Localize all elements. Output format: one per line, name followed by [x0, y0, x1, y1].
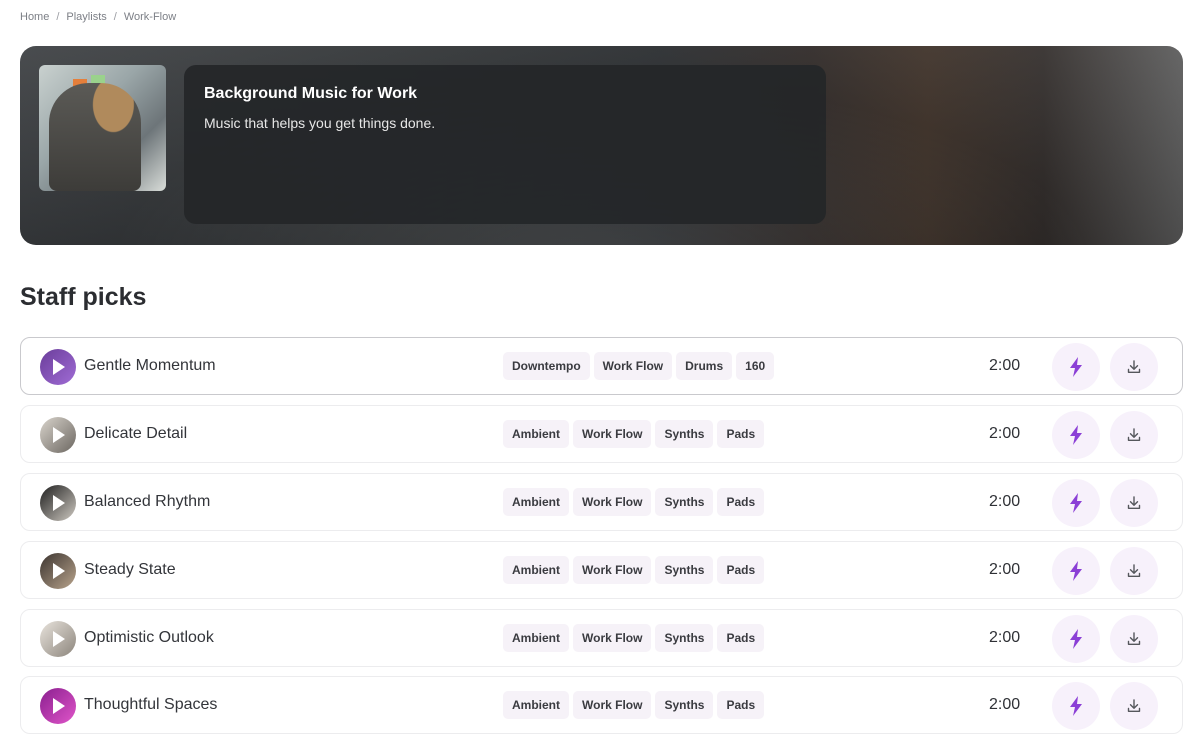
track-title[interactable]: Steady State [84, 561, 176, 579]
boost-button[interactable] [1052, 479, 1100, 527]
download-button[interactable] [1110, 682, 1158, 730]
download-icon [1127, 428, 1141, 441]
track-duration: 2:00 [989, 629, 1021, 646]
tag-chip[interactable]: Work Flow [573, 488, 652, 516]
tag-chip[interactable]: Pads [717, 488, 765, 516]
track-tags: Downtempo Work Flow Drums 160 [503, 352, 775, 380]
tag-chip[interactable]: Synths [655, 488, 714, 516]
download-icon [1127, 632, 1141, 645]
lightning-icon [1070, 425, 1082, 445]
playlist-description: Music that helps you get things done. [204, 115, 436, 131]
play-icon [53, 359, 65, 375]
boost-button[interactable] [1052, 615, 1100, 663]
track-row[interactable]: Thoughtful Spaces Ambient Work Flow Synths P… [20, 676, 1183, 734]
tag-chip[interactable]: Work Flow [573, 624, 652, 652]
lightning-icon [1070, 696, 1082, 716]
track-row[interactable]: Optimistic Outlook Ambient Work Flow Synths… [20, 609, 1183, 667]
track-title[interactable]: Optimistic Outlook [84, 629, 214, 647]
person-illustration [49, 83, 141, 191]
tag-chip[interactable]: Ambient [503, 420, 569, 448]
download-icon [1127, 699, 1141, 712]
track-play-button[interactable] [40, 417, 76, 453]
track-tags: Ambient Work Flow Synths Pads [503, 420, 765, 448]
tag-chip[interactable]: Pads [717, 556, 765, 584]
tag-chip[interactable]: Synths [655, 624, 714, 652]
play-icon [53, 427, 65, 443]
track-row[interactable]: Delicate Detail Ambient Work Flow Synths Pad… [20, 405, 1183, 463]
play-icon [53, 698, 65, 714]
breadcrumb-home[interactable]: Home [20, 11, 49, 23]
lightning-icon [1070, 561, 1082, 581]
download-button[interactable] [1110, 479, 1158, 527]
track-title[interactable]: Balanced Rhythm [84, 493, 210, 511]
tag-chip[interactable]: Downtempo [503, 352, 590, 380]
track-duration: 2:00 [989, 696, 1021, 713]
boost-button[interactable] [1052, 343, 1100, 391]
playlist-cover-image [39, 65, 166, 191]
breadcrumb-current: Work-Flow [123, 11, 177, 23]
breadcrumb: Home / Playlists / Work-Flow [20, 11, 176, 23]
download-icon [1127, 360, 1141, 373]
track-title[interactable]: Delicate Detail [84, 425, 187, 443]
track-row[interactable]: Steady State Ambient Work Flow Synths Pads 2:… [20, 541, 1183, 599]
track-tags: Ambient Work Flow Synths Pads [503, 624, 765, 652]
track-duration: 2:00 [989, 357, 1021, 374]
tag-chip[interactable]: Pads [717, 691, 765, 719]
tag-chip[interactable]: Drums [676, 352, 733, 380]
playlist-title: Background Music for Work [204, 85, 418, 102]
download-icon [1127, 564, 1141, 577]
playlist-hero: Background Music for Work Music that hel… [20, 46, 1183, 245]
boost-button[interactable] [1052, 547, 1100, 595]
breadcrumb-playlists[interactable]: Playlists [66, 11, 106, 23]
track-duration: 2:00 [989, 425, 1021, 442]
tag-chip[interactable]: Work Flow [573, 556, 652, 584]
lightning-icon [1070, 629, 1082, 649]
track-tags: Ambient Work Flow Synths Pads [503, 691, 765, 719]
breadcrumb-separator: / [113, 11, 117, 23]
track-row[interactable]: Balanced Rhythm Ambient Work Flow Synths Pad… [20, 473, 1183, 531]
download-button[interactable] [1110, 343, 1158, 391]
tag-chip[interactable]: 160 [736, 352, 775, 380]
download-button[interactable] [1110, 547, 1158, 595]
track-play-button[interactable] [40, 349, 76, 385]
track-play-button[interactable] [40, 553, 76, 589]
download-button[interactable] [1110, 615, 1158, 663]
boost-button[interactable] [1052, 682, 1100, 730]
play-icon [53, 563, 65, 579]
track-title[interactable]: Thoughtful Spaces [84, 696, 217, 714]
breadcrumb-separator: / [56, 11, 60, 23]
tag-chip[interactable]: Work Flow [593, 352, 673, 380]
tag-chip[interactable]: Pads [717, 420, 765, 448]
track-play-button[interactable] [40, 688, 76, 724]
tag-chip[interactable]: Pads [717, 624, 765, 652]
tag-chip[interactable]: Work Flow [573, 691, 652, 719]
tag-chip[interactable]: Ambient [503, 624, 569, 652]
track-duration: 2:00 [989, 561, 1021, 578]
play-icon [53, 495, 65, 511]
tag-chip[interactable]: Work Flow [573, 420, 652, 448]
download-icon [1127, 496, 1141, 509]
tag-chip[interactable]: Ambient [503, 691, 569, 719]
tag-chip[interactable]: Ambient [503, 556, 569, 584]
boost-button[interactable] [1052, 411, 1100, 459]
play-icon [53, 631, 65, 647]
tag-chip[interactable]: Synths [655, 691, 714, 719]
download-button[interactable] [1110, 411, 1158, 459]
track-tags: Ambient Work Flow Synths Pads [503, 488, 765, 516]
playlist-info-card: Background Music for Work Music that hel… [184, 65, 826, 224]
track-play-button[interactable] [40, 621, 76, 657]
track-play-button[interactable] [40, 485, 76, 521]
section-title: Staff picks [20, 283, 147, 311]
track-duration: 2:00 [989, 493, 1021, 510]
tag-chip[interactable]: Ambient [503, 488, 569, 516]
track-tags: Ambient Work Flow Synths Pads [503, 556, 765, 584]
tag-chip[interactable]: Synths [655, 420, 714, 448]
track-row[interactable]: Gentle Momentum Downtempo Work Flow Drums 16… [20, 337, 1183, 395]
tag-chip[interactable]: Synths [655, 556, 714, 584]
lightning-icon [1070, 357, 1082, 377]
lightning-icon [1070, 493, 1082, 513]
track-title[interactable]: Gentle Momentum [84, 357, 216, 375]
